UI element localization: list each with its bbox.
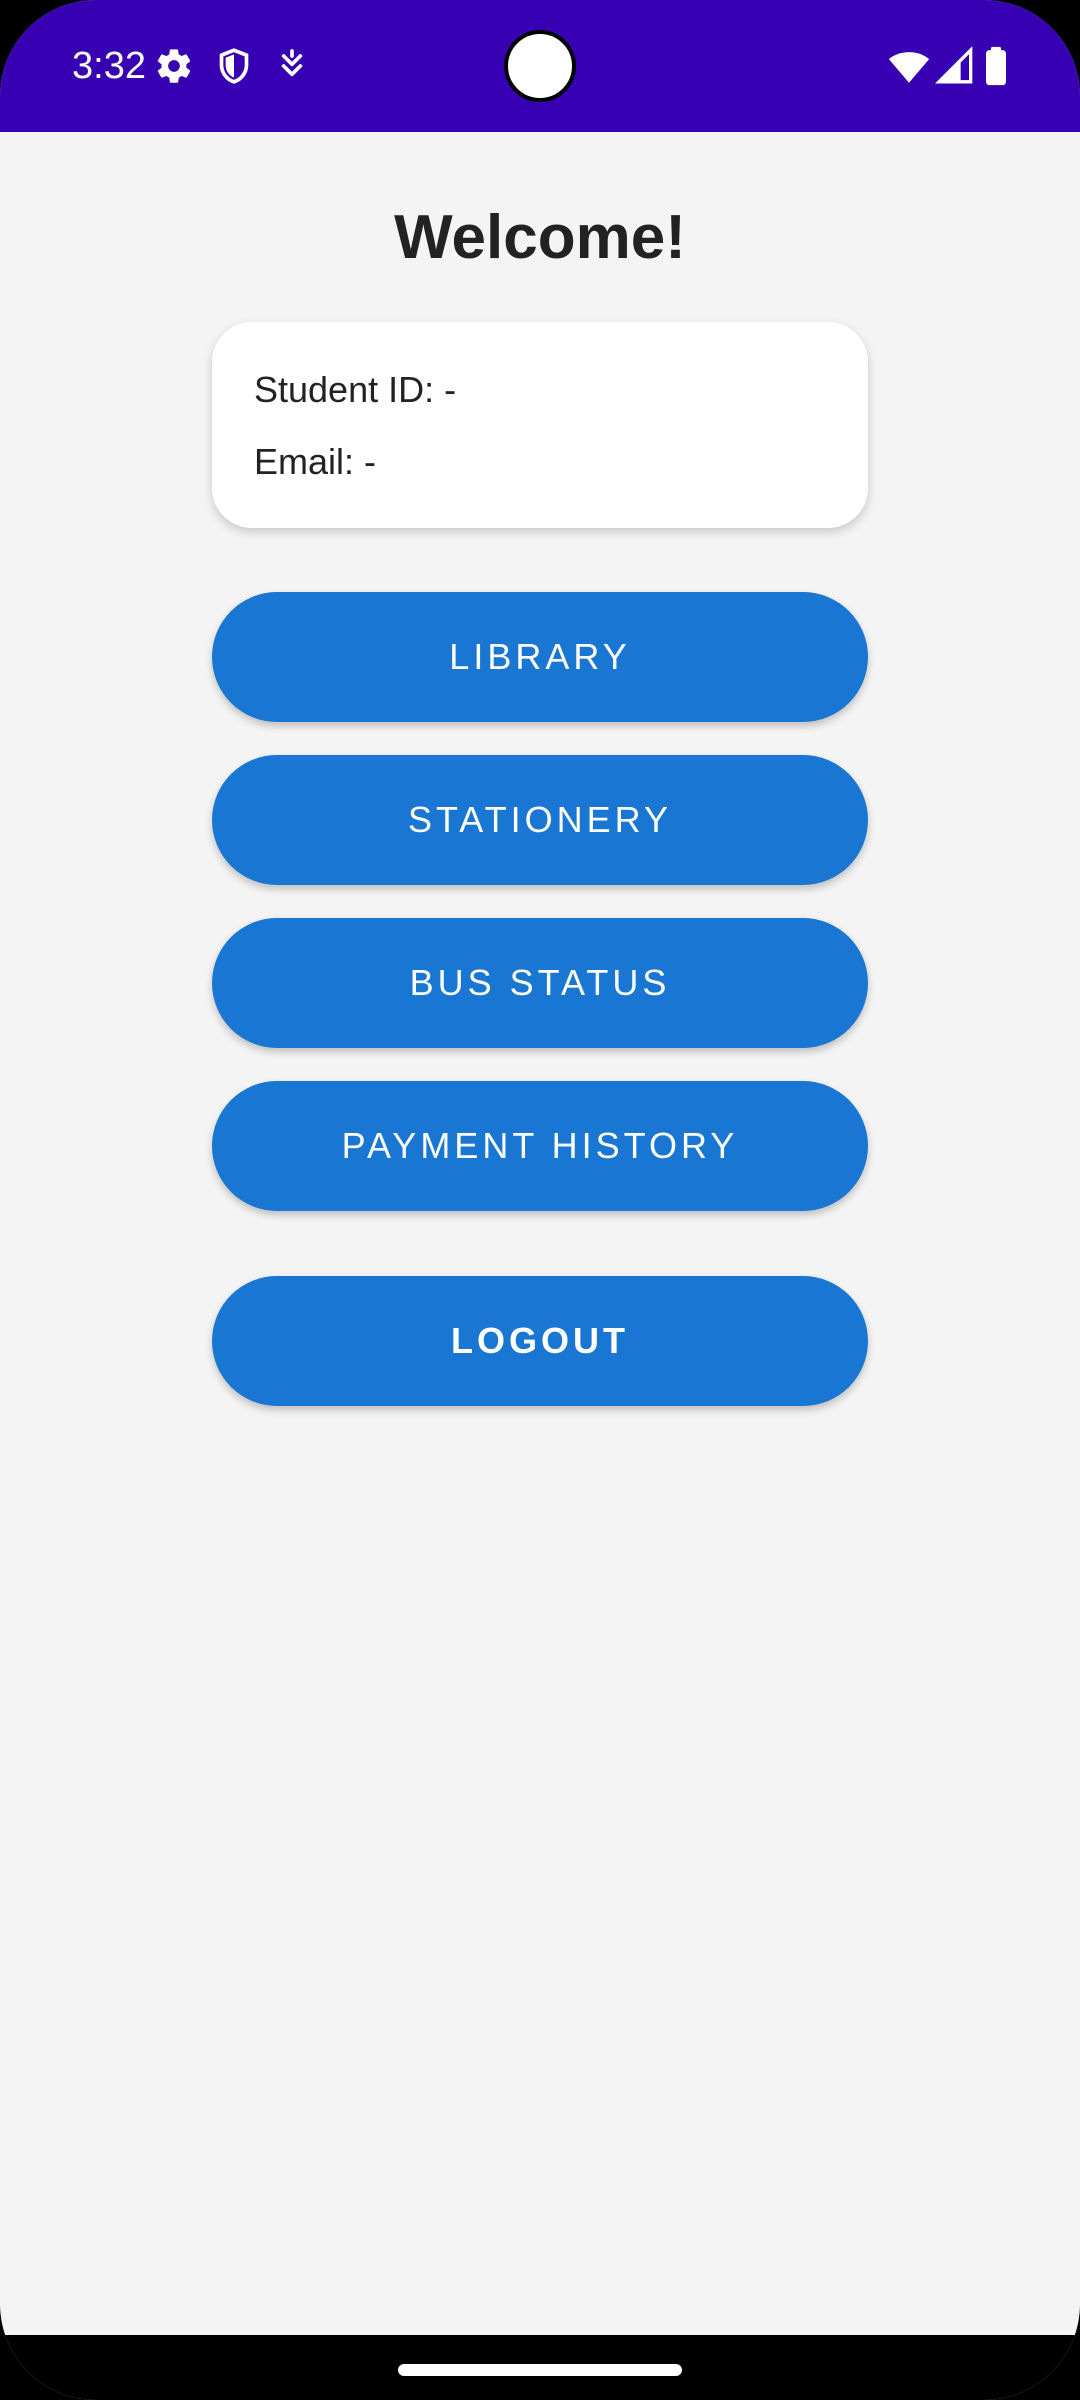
stationery-button[interactable]: STATIONERY xyxy=(212,755,868,885)
student-id-text: Student ID: - xyxy=(254,369,457,410)
gear-icon xyxy=(157,49,191,83)
page-title: Welcome! xyxy=(394,203,686,272)
student-info-card: Student ID: - Email: - xyxy=(212,322,868,528)
email-text: Email: - xyxy=(254,441,377,482)
battery-icon xyxy=(986,46,1006,86)
phone-screen: 3:32 Welcome! Student ID: - Email: - LIB… xyxy=(0,0,1080,2400)
signal-icon xyxy=(934,46,973,84)
shield-icon xyxy=(219,48,249,84)
wifi-icon xyxy=(888,52,930,83)
status-bar: 3:32 xyxy=(0,0,1080,132)
home-indicator[interactable] xyxy=(398,2364,682,2376)
status-time: 3:32 xyxy=(72,45,146,87)
logout-button[interactable]: LOGOUT xyxy=(212,1276,868,1406)
library-button[interactable]: LIBRARY xyxy=(212,592,868,722)
download-icon xyxy=(281,49,303,77)
front-camera xyxy=(504,30,576,102)
payment-history-button[interactable]: PAYMENT HISTORY xyxy=(212,1081,868,1211)
bus-status-button[interactable]: BUS STATUS xyxy=(212,918,868,1048)
